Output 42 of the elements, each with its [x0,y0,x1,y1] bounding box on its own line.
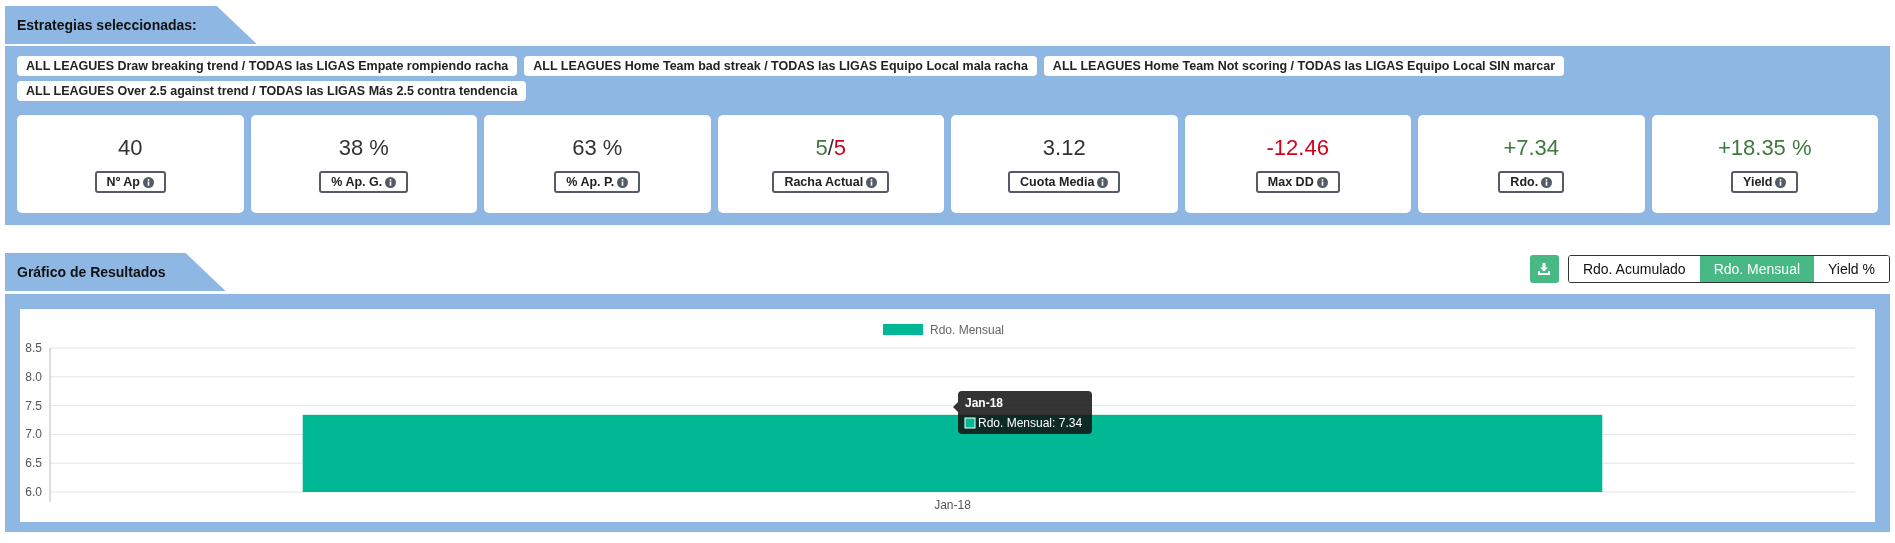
stat-value: 3.12 [1042,135,1086,161]
stat-label[interactable]: % Ap. G. [319,171,409,193]
info-icon [142,176,154,188]
legend-label: Rdo. Mensual [930,323,1005,337]
download-icon [1538,263,1551,275]
info-icon [385,176,397,188]
strategy-tag: ALL LEAGUES Draw breaking trend / TODAS las LIGAS Empate rompiendo racha [17,56,518,76]
info-icon [1775,176,1787,188]
info-icon [1541,176,1553,188]
strategy-tag: ALL LEAGUES Home Team Not scoring / TODAS las LIGAS Equipo Local SIN marcar [1043,56,1565,76]
info-icon [1097,176,1109,188]
stat-value: -12.46 [1266,135,1329,161]
download-button[interactable] [1529,255,1559,283]
legend-swatch [883,324,923,335]
stat-value: 40 [118,135,143,161]
stat-value: 63 % [572,135,623,161]
stat-value: +7.34 [1503,135,1560,161]
strategy-tag: ALL LEAGUES Home Team bad streak / TODAS las LIGAS Equipo Local mala racha [524,56,1037,76]
axis-tick-label: 7.0 [25,427,42,442]
stat-value: 5/5 [815,135,847,161]
stat-label[interactable]: Cuota Media [1008,171,1121,193]
section-title: Estrategias seleccionadas: [5,6,257,44]
stat-label[interactable]: % Ap. P. [554,171,641,193]
section-title: Gráfico de Resultados [5,253,226,291]
strategy-tag: ALL LEAGUES Over 2.5 against trend / TODAS las LIGAS Más 2.5 contra tendencia [17,81,527,101]
axis-tick-label: 7.5 [25,398,42,413]
info-icon [866,176,878,188]
stat-value: +18.35 % [1717,135,1812,161]
stat-label[interactable]: Rdo. [1498,171,1565,193]
axis-category-label: Jan-18 [934,498,971,512]
stat-value: 38 % [338,135,389,161]
axis-tick-label: 8.5 [25,341,42,355]
axis-tick-label: 6.0 [25,485,42,499]
stat-label[interactable]: Nº Ap [94,171,166,193]
axis-tick-label: 6.5 [25,456,42,471]
stat-label[interactable]: Max DD [1255,171,1340,193]
info-icon [1316,176,1328,188]
stat-label[interactable]: Racha Actual [772,171,890,193]
tooltip: Jan-18 Rdo. Mensual: 7.34 [953,391,1092,434]
info-icon [617,176,629,188]
axis-tick-label: 8.0 [25,369,42,384]
stat-label[interactable]: Yield [1731,171,1799,193]
